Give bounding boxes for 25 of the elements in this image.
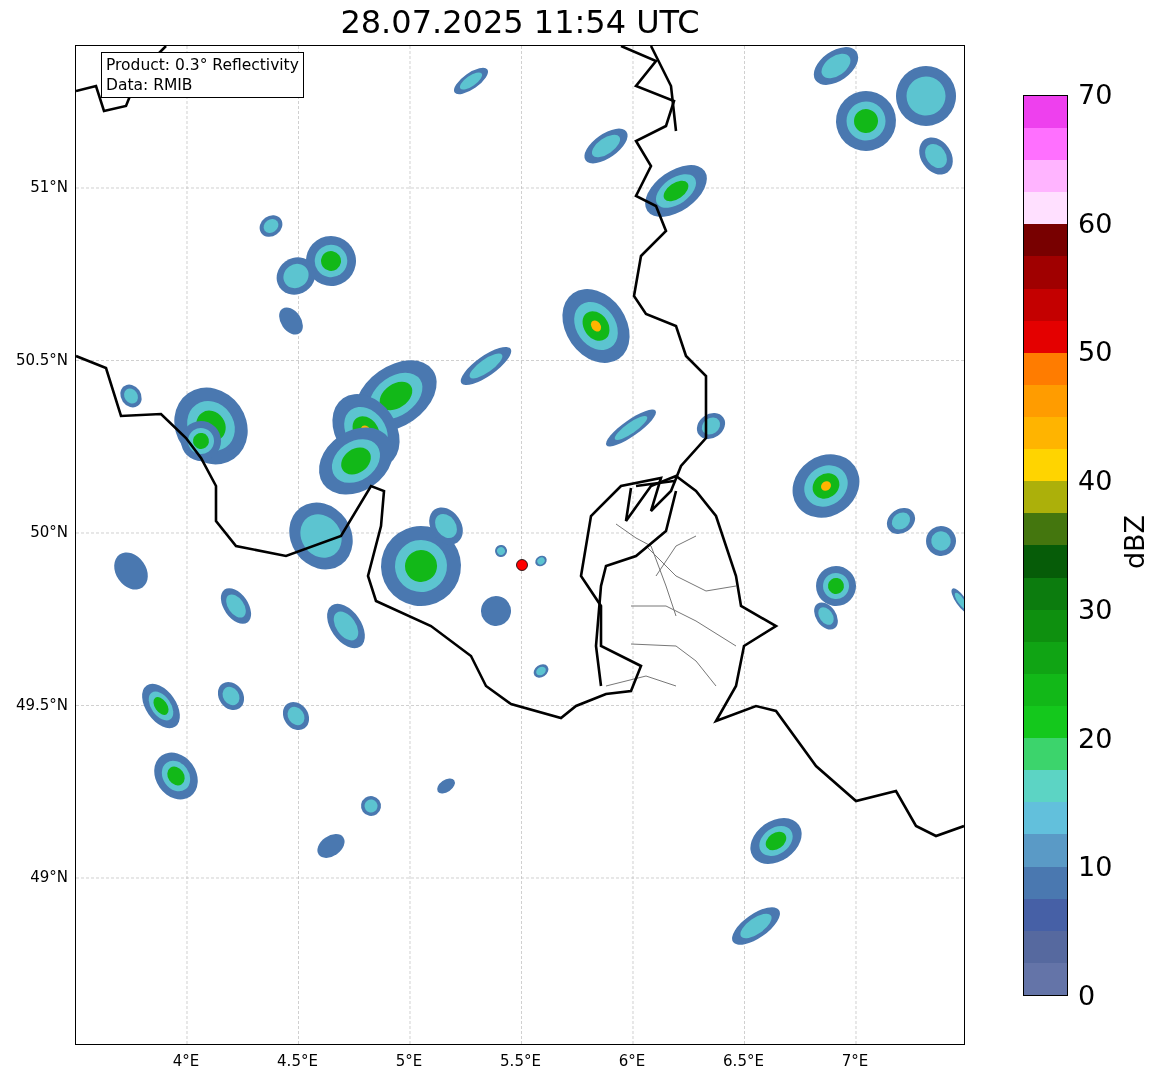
longitude-label: 7°E [841, 1052, 869, 1070]
legend-text: Product: 0.3° Reflectivity [106, 55, 299, 75]
unit-label: dBZ [1120, 514, 1151, 570]
latitude-label: 49°N [30, 868, 68, 886]
scale-label: 50 [1078, 337, 1113, 368]
map-title: 28.07.2025 11:54 UTC [340, 3, 700, 41]
longitude-label: 6.5°E [723, 1052, 764, 1070]
scale-label: 70 [1078, 80, 1113, 110]
latitude-label: 50°N [30, 523, 68, 541]
scale-label: 30 [1078, 594, 1113, 625]
longitude-label: 5°E [395, 1052, 423, 1070]
scale-label: 0 [1078, 981, 1096, 1011]
scale-label: 40 [1078, 466, 1113, 497]
longitude-label: 5.5°E [500, 1052, 541, 1070]
latitude-label: 49.5°N [15, 695, 68, 714]
legend-text: Data: RMIB [106, 75, 194, 95]
latitude-label: 50.5°N [15, 350, 68, 369]
radar-site-marker [516, 559, 528, 571]
scale-label: 20 [1078, 723, 1113, 754]
longitude-label: 4.5°E [277, 1052, 318, 1070]
scale-label: 60 [1078, 208, 1113, 239]
longitude-label: 4°E [172, 1052, 200, 1070]
scale-label: 10 [1078, 852, 1113, 883]
longitude-label: 6°E [618, 1052, 646, 1070]
latitude-label: 51°N [30, 178, 68, 196]
